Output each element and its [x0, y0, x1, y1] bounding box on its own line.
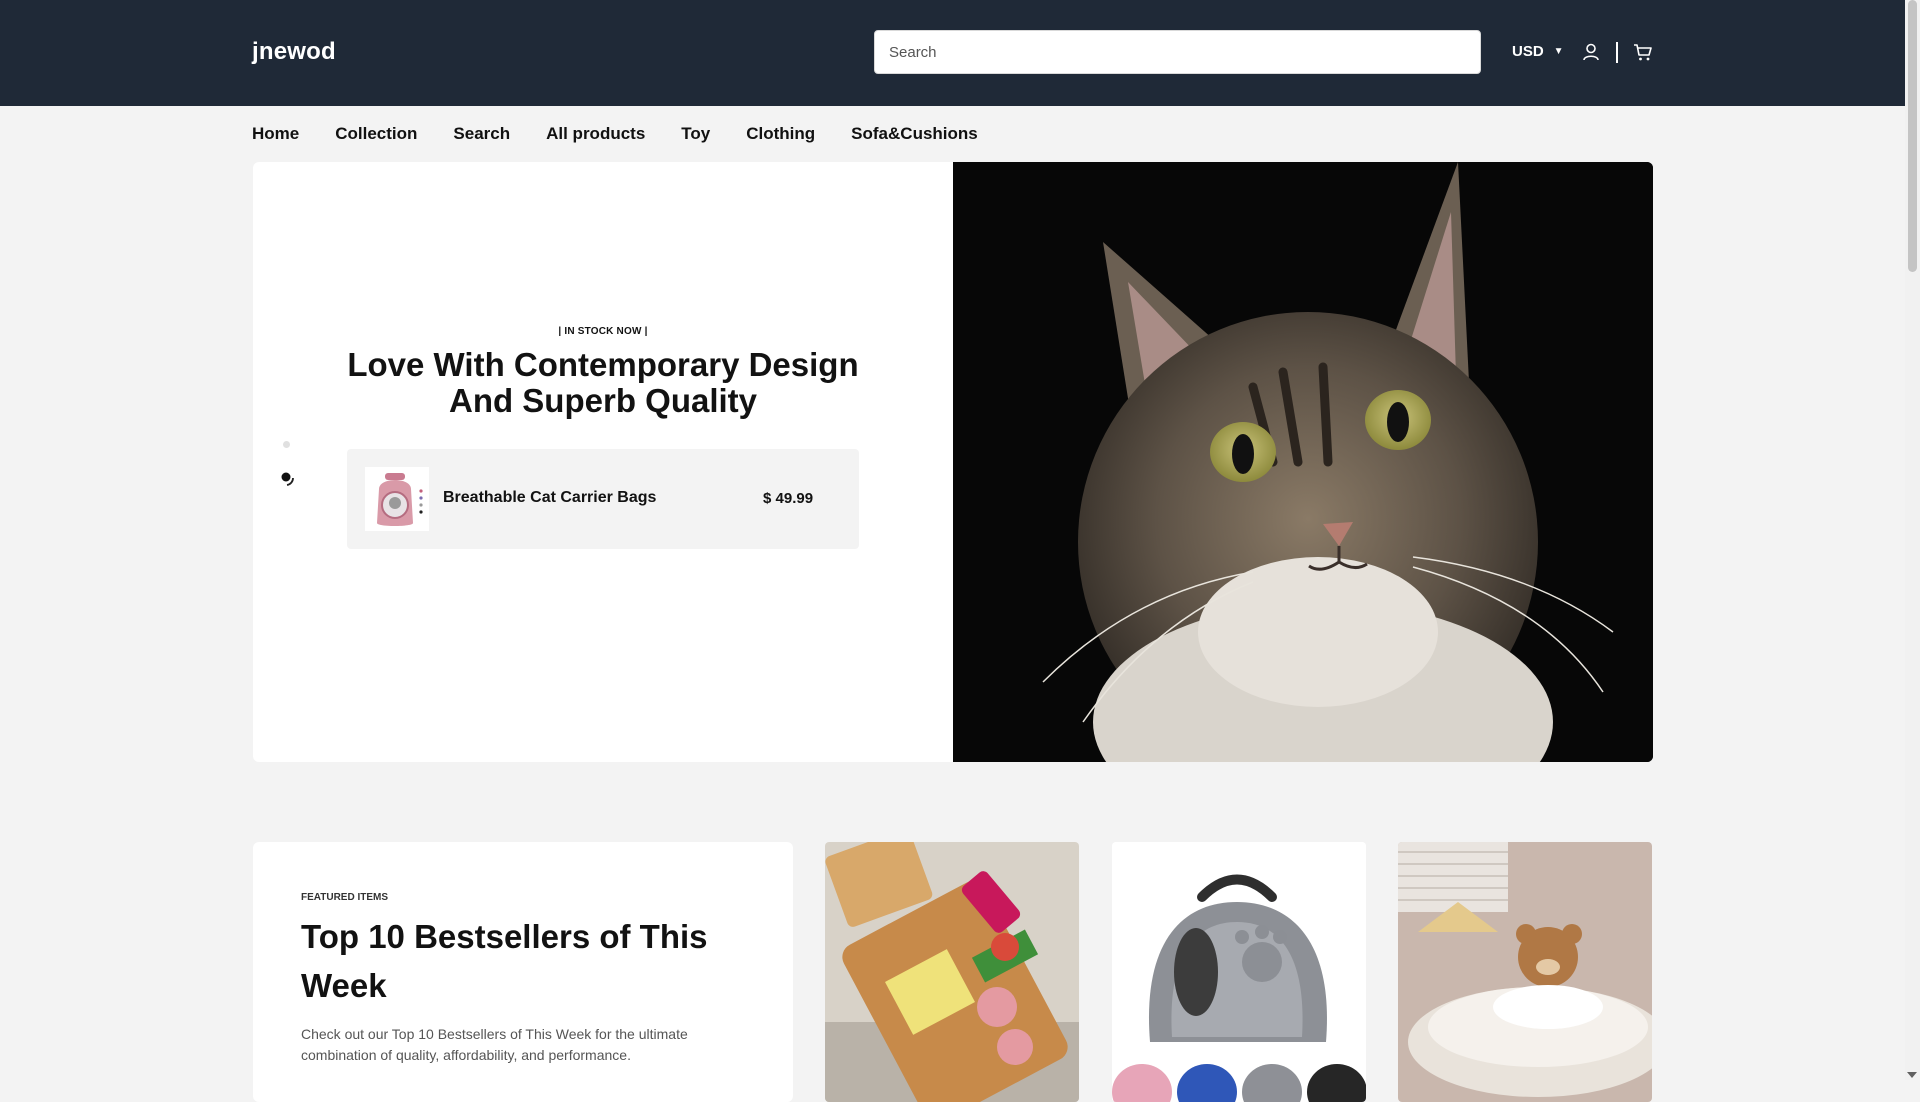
slide-dot-active[interactable]: [277, 468, 297, 488]
featured-description: Check out our Top 10 Bestsellers of This…: [301, 1026, 688, 1063]
nav-item-all-products[interactable]: All products: [546, 124, 645, 144]
nav-item-home[interactable]: Home: [252, 124, 299, 144]
hero-banner: | IN STOCK NOW | Love With Contemporary …: [253, 162, 1653, 762]
scrollbar-thumb[interactable]: [1908, 0, 1917, 272]
hero-cat-image: [953, 162, 1653, 762]
scroll-down-arrow-icon[interactable]: [1907, 1072, 1917, 1078]
nav-item-toy[interactable]: Toy: [681, 124, 710, 144]
hero-title: Love With Contemporary Design And Superb…: [347, 346, 859, 419]
nav-item-search[interactable]: Search: [453, 124, 510, 144]
account-icon[interactable]: [1581, 42, 1601, 62]
cart-icon[interactable]: [1633, 42, 1653, 62]
featured-product-felt-toy-image[interactable]: [825, 842, 1079, 1102]
header-divider: [1616, 42, 1618, 63]
page-scrollbar[interactable]: [1905, 0, 1920, 1080]
hero-product-card[interactable]: Breathable Cat Carrier Bags $ 49.99: [347, 449, 859, 549]
site-logo[interactable]: jnewod: [252, 38, 336, 66]
currency-selector[interactable]: USD ▼: [1512, 43, 1564, 60]
featured-intro-card: FEATURED ITEMS Top 10 Bestsellers of Thi…: [253, 842, 793, 1102]
chevron-down-icon: ▼: [1553, 46, 1564, 57]
featured-title: Top 10 Bestsellers of This Week: [301, 918, 708, 1004]
site-header: jnewod USD ▼: [0, 0, 1905, 106]
slide-dot[interactable]: [283, 441, 290, 448]
currency-label: USD: [1512, 43, 1544, 60]
nav-item-collection[interactable]: Collection: [335, 124, 417, 144]
search-input[interactable]: [875, 31, 1480, 73]
nav-item-clothing[interactable]: Clothing: [746, 124, 815, 144]
product-thumbnail: [365, 467, 429, 531]
product-name[interactable]: Breathable Cat Carrier Bags: [443, 489, 656, 507]
stock-badge: | IN STOCK NOW |: [558, 326, 648, 337]
featured-product-cat-bed-image[interactable]: [1398, 842, 1652, 1102]
nav-item-sofa-cushions[interactable]: Sofa&Cushions: [851, 124, 978, 144]
search-field[interactable]: [874, 30, 1481, 74]
featured-eyebrow: FEATURED ITEMS: [301, 892, 389, 903]
product-price: $ 49.99: [763, 490, 814, 507]
main-nav: Home Collection Search All products Toy …: [252, 124, 978, 144]
featured-product-carrier-image[interactable]: [1112, 842, 1366, 1102]
